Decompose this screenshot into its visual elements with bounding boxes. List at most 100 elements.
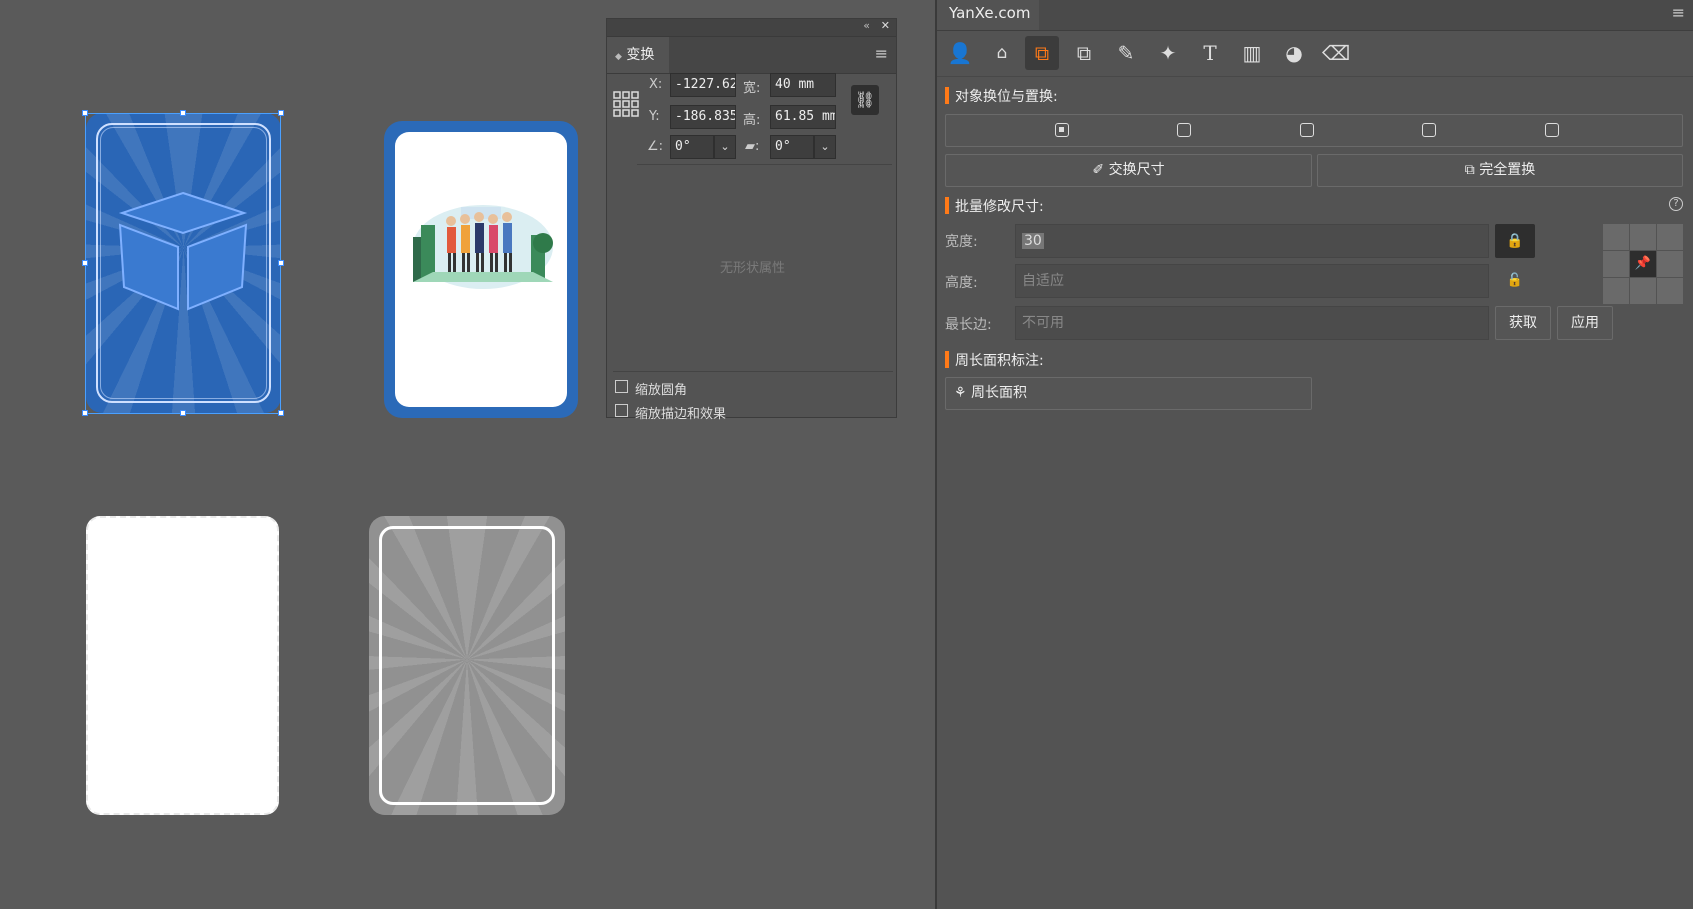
full-replace-button[interactable]: ⧉ 完全置换 [1317, 154, 1683, 187]
lock-icon[interactable]: 🔒 [1495, 224, 1535, 258]
people-illustration [413, 205, 553, 289]
longest-side-input[interactable]: 不可用 [1015, 306, 1489, 340]
scale-corners-label: 缩放圆角 [635, 383, 688, 398]
swap-size-button[interactable]: ✐ 交换尺寸 [945, 154, 1312, 187]
section-batch-title: 批量修改尺寸: [945, 196, 1044, 216]
card-blank-white[interactable] [86, 516, 279, 815]
scale-strokes-checkbox[interactable] [615, 404, 628, 417]
rotate-icon: ∠: [647, 139, 664, 154]
perimeter-area-label: 周长面积 [971, 385, 1028, 401]
y-label: Y: [649, 109, 660, 124]
help-icon[interactable]: ? [1669, 197, 1683, 211]
full-replace-label: 完全置换 [1479, 162, 1536, 178]
perimeter-area-button[interactable]: ⚘ 周长面积 [945, 377, 1312, 410]
shear-icon: ▰: [745, 139, 760, 154]
shear-dropdown-chevron-icon[interactable]: ⌄ [814, 135, 836, 159]
height-label: 高度: [945, 275, 978, 291]
selection-bounding-box [85, 113, 281, 414]
palette-icon[interactable]: ◕ [1277, 36, 1311, 70]
close-icon[interactable]: ✕ [881, 19, 890, 32]
panel-menu-icon[interactable]: ≡ [875, 44, 888, 63]
swap-top-icon[interactable] [1300, 123, 1314, 137]
anchor-cell[interactable] [1657, 278, 1683, 304]
barcode-icon[interactable]: ▥ [1235, 36, 1269, 70]
width-input[interactable]: 30 [1015, 224, 1489, 258]
anchor-cell[interactable] [1603, 251, 1629, 277]
reference-point-icon[interactable] [613, 91, 639, 117]
duplicate-icon[interactable]: ⧉ [1067, 36, 1101, 70]
divider [937, 76, 1693, 77]
swap-size-label: 交换尺寸 [1108, 162, 1165, 178]
scale-corners-checkbox[interactable] [615, 380, 628, 393]
width-label: 宽: [743, 81, 761, 96]
card-inner-border [379, 526, 555, 805]
anchor-cell[interactable] [1657, 251, 1683, 277]
swap-left-icon[interactable] [1177, 123, 1191, 137]
scale-strokes-label: 缩放描边和效果 [635, 407, 727, 422]
perimeter-icon: ⚘ [954, 385, 967, 401]
rotate-dropdown-chevron-icon[interactable]: ⌄ [714, 135, 736, 159]
swap-center-icon[interactable] [1055, 123, 1069, 137]
handle-bottom-left[interactable] [82, 410, 88, 416]
x-field[interactable]: -1227.62 [670, 73, 736, 97]
shapes-icon[interactable]: ⌂ [985, 36, 1019, 70]
anchor-cell[interactable] [1603, 224, 1629, 250]
x-label: X: [649, 77, 663, 92]
tab-transform-label: 变换 [626, 47, 655, 63]
plugin-panel: YanXe.com ≡ 👤 ⌂ ⧉ ⧉ ✎ ✦ T ▥ ◕ ⌫ 对象换位与置换:… [935, 0, 1693, 909]
swap-objects-icon[interactable]: ⧉ [1025, 36, 1059, 70]
tab-chevron-icon: ◆ [615, 52, 622, 62]
collapse-icon[interactable]: « [863, 19, 870, 32]
anchor-cell[interactable] [1603, 278, 1629, 304]
handle-middle-left[interactable] [82, 260, 88, 266]
text-icon[interactable]: T [1193, 36, 1227, 70]
person-icon[interactable]: 👤 [943, 36, 977, 70]
magic-wand-icon[interactable]: ✦ [1151, 36, 1185, 70]
longest-side-label: 最长边: [945, 317, 992, 333]
section-perimeter-title: 周长面积标注: [945, 350, 1044, 370]
anchor-pin-icon[interactable]: 📌 [1630, 251, 1656, 277]
anchor-cell[interactable] [1630, 224, 1656, 250]
swap-right-icon[interactable] [1422, 123, 1436, 137]
height-label: 高: [743, 113, 761, 128]
swap-bottom-icon[interactable] [1545, 123, 1559, 137]
shear-field[interactable]: 0° [770, 135, 814, 159]
unlock-icon[interactable]: 🔓 [1495, 264, 1535, 298]
section-swap-title: 对象换位与置换: [945, 86, 1058, 106]
plugin-menu-icon[interactable]: ≡ [1672, 3, 1685, 22]
card-with-illustration[interactable] [384, 121, 578, 418]
no-shape-properties-text: 无形状属性 [719, 261, 785, 276]
get-button[interactable]: 获取 [1495, 306, 1551, 340]
handle-middle-right[interactable] [278, 260, 284, 266]
card-white-face [395, 132, 567, 407]
handle-top-left[interactable] [82, 110, 88, 116]
full-replace-icon: ⧉ [1464, 162, 1475, 178]
card-gray[interactable] [369, 516, 565, 815]
divider [613, 371, 893, 372]
height-field[interactable]: 61.85 mm [770, 105, 836, 129]
anchor-cell[interactable] [1630, 278, 1656, 304]
width-label: 宽度: [945, 234, 978, 250]
plugin-titlebar: YanXe.com ≡ [937, 0, 1693, 31]
anchor-cell[interactable] [1657, 224, 1683, 250]
panel-tab-row: ◆ 变换 ≡ [607, 37, 896, 74]
handle-bottom-right[interactable] [278, 410, 284, 416]
handle-top-middle[interactable] [180, 110, 186, 116]
plugin-title-tab[interactable]: YanXe.com [937, 0, 1039, 30]
width-field[interactable]: 40 mm [770, 73, 836, 97]
eraser-icon[interactable]: ⌫ [1319, 36, 1353, 70]
handle-top-right[interactable] [278, 110, 284, 116]
apply-button[interactable]: 应用 [1557, 306, 1613, 340]
height-input[interactable]: 自适应 [1015, 264, 1489, 298]
transform-panel: « ✕ ◆ 变换 ≡ X: -1227.62 宽: 40 mm Y: -186.… [606, 18, 897, 422]
divider [637, 164, 892, 165]
swap-size-icon: ✐ [1092, 162, 1105, 178]
width-input-value: 30 [1022, 233, 1044, 249]
handle-bottom-middle[interactable] [180, 410, 186, 416]
tab-transform[interactable]: ◆ 变换 [607, 37, 669, 73]
rotate-field[interactable]: 0° [670, 135, 714, 159]
y-field[interactable]: -186.835 [670, 105, 736, 129]
constrain-proportions-link-icon[interactable]: ⛓ [851, 85, 879, 115]
pin-icon[interactable]: ✎ [1109, 36, 1143, 70]
panel-topbar: « ✕ [607, 19, 896, 37]
